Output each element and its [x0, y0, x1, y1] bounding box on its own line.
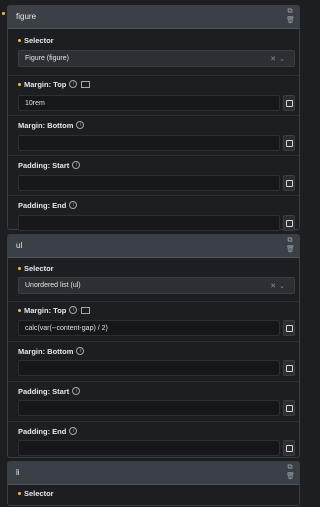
unit-toggle-button[interactable] [283, 135, 295, 151]
padding-start-field: Padding: Start i [8, 381, 299, 422]
info-circle-icon[interactable]: i [76, 121, 85, 129]
clear-x-icon[interactable]: ✕ [270, 283, 279, 290]
unit-toggle-icon [286, 100, 293, 107]
field-label: Margin: Bottom [18, 121, 74, 130]
padding-start-field: Padding: Start i [8, 155, 299, 196]
field-label: Padding: End [18, 201, 67, 210]
info-circle-icon[interactable]: i [76, 347, 85, 355]
margin-top-input[interactable]: 10rem [18, 95, 280, 111]
repeater-item-header[interactable]: figure ⧉ 🗑 [8, 6, 299, 29]
repeater-item-title: figure [16, 12, 37, 21]
unit-toggle-button[interactable] [283, 95, 295, 111]
unit-toggle-icon [286, 180, 293, 187]
selector-label: Selector [24, 36, 54, 45]
repeater-item-title: ul [16, 241, 23, 250]
repeater-item-header[interactable]: li ⧉ 🗑 [8, 462, 299, 485]
padding-end-field: Padding: End i [8, 195, 299, 231]
selector-select[interactable]: Figure (figure) ✕⌄ [18, 50, 295, 67]
info-circle-icon[interactable]: i [69, 80, 78, 88]
changed-dot [18, 266, 21, 270]
unit-toggle-button[interactable] [283, 320, 295, 336]
changed-dot [18, 82, 21, 86]
selector-label: Selector [24, 264, 54, 273]
unit-toggle-button[interactable] [283, 175, 295, 191]
margin-top-field: Margin: Top i 10rem [8, 75, 299, 116]
padding-end-field: Padding: End i [8, 421, 299, 457]
margin-bottom-field: Margin: Bottom i [8, 341, 299, 382]
field-label: Margin: Top [24, 80, 67, 89]
selector-field: Selector Figure (figure) ✕⌄ [8, 29, 299, 76]
padding-start-input[interactable] [18, 400, 280, 416]
chevron-down-icon[interactable]: ⌄ [279, 56, 288, 63]
monitor-icon[interactable] [81, 306, 91, 314]
padding-end-input[interactable] [18, 215, 280, 231]
info-circle-icon[interactable]: i [72, 387, 81, 395]
margin-top-input[interactable]: calc(var(--content-gap) / 2) [18, 320, 280, 336]
field-label: Padding: Start [18, 161, 70, 170]
move-icon[interactable]: ⧉ [286, 237, 294, 244]
move-icon[interactable]: ⧉ [286, 464, 294, 471]
margin-top-field: Margin: Top i calc(var(--content-gap) / 2… [8, 301, 299, 342]
chevron-down-icon[interactable]: ⌄ [279, 283, 288, 290]
unit-toggle-button[interactable] [283, 360, 295, 376]
trash-icon[interactable]: 🗑 [286, 473, 295, 480]
unit-toggle-icon [286, 445, 293, 452]
unit-toggle-icon [286, 325, 293, 332]
field-label: Padding: End [18, 427, 67, 436]
selector-label: Selector [24, 489, 54, 498]
padding-end-input[interactable] [18, 440, 280, 456]
trash-icon[interactable]: 🗑 [286, 17, 295, 24]
selector-field: Selector Unordered list (ul) ✕⌄ [8, 258, 299, 302]
field-label: Margin: Top [24, 306, 67, 315]
padding-start-input[interactable] [18, 175, 280, 191]
trash-icon[interactable]: 🗑 [286, 246, 295, 253]
margin-bottom-field: Margin: Bottom i [8, 115, 299, 156]
selector-value: Figure (figure) [25, 55, 69, 62]
repeater-item-header[interactable]: ul ⧉ 🗑 [8, 235, 299, 258]
info-circle-icon[interactable]: i [69, 306, 78, 314]
info-circle-icon[interactable]: i [72, 161, 81, 169]
info-circle-icon[interactable]: i [69, 201, 78, 209]
unit-toggle-icon [286, 405, 293, 412]
monitor-icon[interactable] [81, 80, 91, 88]
field-label: Padding: Start [18, 387, 70, 396]
active-marker [2, 12, 5, 15]
unit-toggle-button[interactable] [283, 400, 295, 416]
unit-toggle-icon [286, 220, 293, 227]
selector-value: Unordered list (ul) [25, 282, 81, 289]
selector-field: Selector [8, 485, 299, 507]
move-icon[interactable]: ⧉ [286, 8, 294, 15]
margin-bottom-input[interactable] [18, 360, 280, 376]
info-circle-icon[interactable]: i [69, 427, 78, 435]
changed-dot [18, 491, 21, 495]
unit-toggle-icon [286, 140, 293, 147]
repeater-item-title: li [16, 468, 20, 477]
unit-toggle-button[interactable] [283, 215, 295, 231]
unit-toggle-button[interactable] [283, 440, 295, 456]
clear-x-icon[interactable]: ✕ [270, 56, 279, 63]
selector-select[interactable]: Unordered list (ul) ✕⌄ [18, 277, 295, 294]
repeater-item-ul: ul ⧉ 🗑 Selector Unordered list (ul) ✕⌄ M… [7, 234, 300, 458]
repeater-item-li: li ⧉ 🗑 Selector [7, 461, 300, 506]
changed-dot [18, 38, 21, 42]
unit-toggle-icon [286, 365, 293, 372]
changed-dot [18, 308, 21, 312]
repeater-item-figure: figure ⧉ 🗑 Selector Figure (figure) ✕⌄ M… [7, 5, 300, 231]
field-label: Margin: Bottom [18, 347, 74, 356]
margin-bottom-input[interactable] [18, 135, 280, 151]
